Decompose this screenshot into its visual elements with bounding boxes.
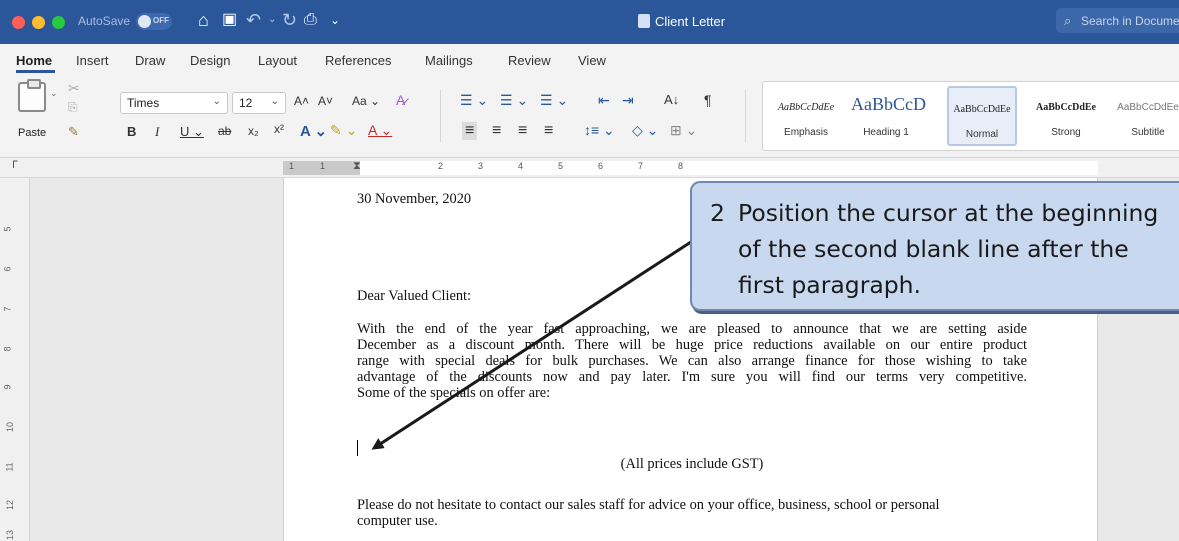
callout-line: first paragraph.: [738, 271, 922, 299]
step-number: 2: [710, 199, 725, 227]
callout-line: of the second blank line after the: [738, 235, 1129, 263]
callout-text: 2 Position the cursor at the beginning of…: [710, 195, 1158, 303]
instruction-callout: 2 Position the cursor at the beginning of…: [690, 181, 1179, 311]
callout-line: Position the cursor at the beginning: [738, 199, 1159, 227]
